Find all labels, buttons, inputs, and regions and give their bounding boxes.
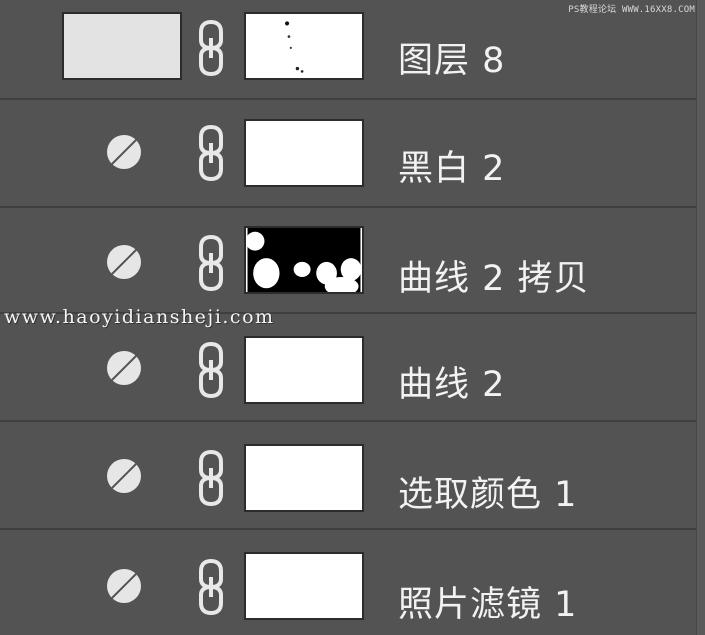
mask-link-icon[interactable] — [196, 123, 226, 183]
adjustment-circle-icon — [107, 569, 141, 603]
site-watermark-top: PS教程论坛 WWW.16XX8.COM — [568, 5, 695, 15]
mask-link-icon[interactable] — [196, 18, 226, 78]
layer-mask-thumbnail[interactable] — [244, 226, 364, 294]
adjustment-circle-icon — [107, 351, 141, 385]
layer-name[interactable]: 曲线 2 — [398, 356, 505, 407]
layer-name[interactable]: 图层 8 — [398, 32, 505, 83]
adjustment-circle-icon — [107, 135, 141, 169]
layer-name[interactable]: 曲线 2 拷贝 — [398, 250, 590, 301]
layer-name[interactable]: 黑白 2 — [398, 140, 505, 191]
layer-row-black-white-2[interactable]: 黑白 2 — [0, 100, 697, 208]
layer-name[interactable]: 选取颜色 1 — [398, 466, 577, 517]
layer-mask-thumbnail[interactable] — [244, 552, 364, 620]
layer-row-layer-8[interactable]: 图层 8 — [0, 0, 697, 100]
mask-link-icon[interactable] — [196, 340, 226, 400]
mask-link-icon[interactable] — [196, 557, 226, 617]
layer-mask-thumbnail[interactable] — [244, 336, 364, 404]
adjustment-circle-icon — [107, 245, 141, 279]
layer-row-selective-color-1[interactable]: 选取颜色 1 — [0, 422, 697, 530]
layer-mask-thumbnail[interactable] — [244, 444, 364, 512]
layer-mask-thumbnail[interactable] — [244, 12, 364, 80]
layer-name[interactable]: 照片滤镜 1 — [398, 576, 577, 627]
layer-row-curves-2[interactable]: 曲线 2 — [0, 314, 697, 422]
panel-scroll-edge[interactable] — [696, 0, 705, 635]
adjustment-circle-icon — [107, 459, 141, 493]
layer-row-photo-filter-1[interactable]: 照片滤镜 1 — [0, 530, 697, 635]
layer-row-curves-2-copy[interactable]: 曲线 2 拷贝 — [0, 208, 697, 314]
url-watermark: www.haoyidiansheji.com — [4, 306, 275, 328]
mask-link-icon[interactable] — [196, 233, 226, 293]
layer-thumbnail[interactable] — [62, 12, 182, 80]
mask-link-icon[interactable] — [196, 448, 226, 508]
layer-mask-thumbnail[interactable] — [244, 119, 364, 187]
